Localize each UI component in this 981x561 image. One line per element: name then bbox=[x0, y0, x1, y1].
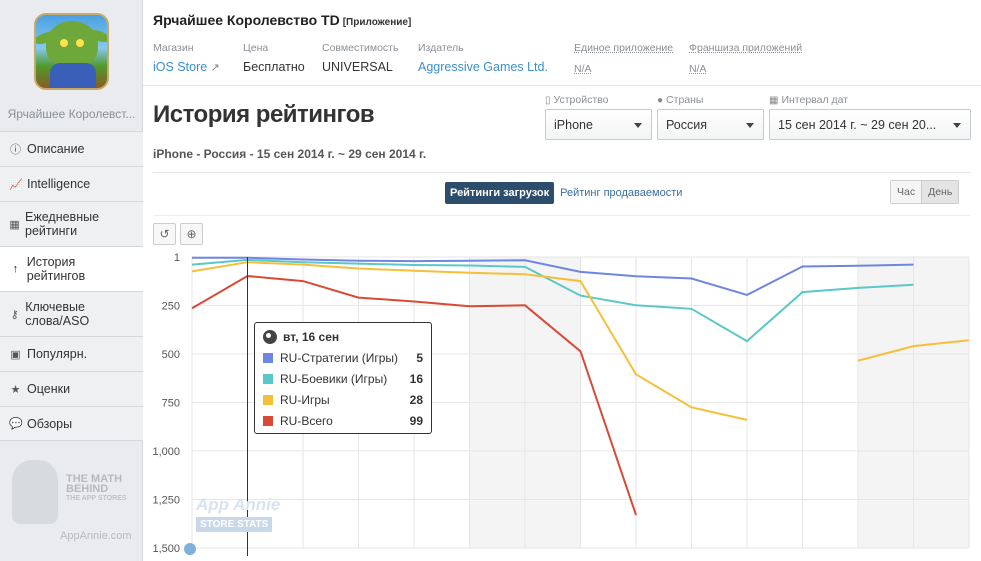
tooltip-series-value: 99 bbox=[409, 413, 423, 428]
tooltip-date: вт, 16 сен bbox=[283, 330, 340, 344]
series-swatch bbox=[263, 373, 273, 384]
y-tick-label: 1,000 bbox=[152, 446, 180, 458]
tooltip-row: RU-Боевики (Игры) 16 bbox=[263, 371, 423, 386]
tooltip-series-value: 5 bbox=[416, 350, 423, 365]
y-tick-label: 250 bbox=[162, 300, 180, 312]
tooltip-series-value: 16 bbox=[409, 371, 423, 386]
tooltip-row: RU-Игры 28 bbox=[263, 392, 423, 407]
tooltip-series-value: 28 bbox=[409, 392, 423, 407]
chat-icon bbox=[184, 543, 196, 555]
tooltip-row: RU-Всего 99 bbox=[263, 413, 423, 428]
watermark-subtext: STORE STATS bbox=[196, 517, 273, 532]
tooltip-row: RU-Стратегии (Игры) 5 bbox=[263, 350, 423, 365]
y-tick-label: 500 bbox=[162, 349, 180, 361]
app-page: Ярчайшее Королевст... ⓘ Описание 📈 Intel… bbox=[0, 0, 981, 561]
y-tick-label: 1 bbox=[174, 252, 180, 264]
tooltip-header: вт, 16 сен bbox=[263, 330, 423, 344]
tooltip-rows: RU-Стратегии (Игры) 5 RU-Боевики (Игры) 16 R… bbox=[263, 350, 423, 428]
series-swatch bbox=[263, 415, 273, 426]
y-tick-label: 1,500 bbox=[152, 543, 180, 555]
globe-icon bbox=[263, 330, 277, 344]
tooltip-series-name: RU-Игры bbox=[280, 392, 330, 407]
watermark-text: App Annie bbox=[196, 495, 281, 514]
tooltip-series-name: RU-Боевики (Игры) bbox=[280, 371, 388, 386]
y-tick-label: 1,250 bbox=[152, 494, 180, 506]
tooltip-series-name: RU-Стратегии (Игры) bbox=[280, 350, 399, 365]
chart-tooltip: вт, 16 сен RU-Стратегии (Игры) 5 RU-Боевик… bbox=[254, 322, 432, 434]
y-tick-label: 750 bbox=[162, 397, 180, 409]
series-swatch bbox=[263, 352, 273, 363]
series-swatch bbox=[263, 394, 273, 405]
tooltip-series-name: RU-Всего bbox=[280, 413, 333, 428]
rank-history-chart[interactable]: 1 250 500 750 1,000 1,250 1,500 bbox=[0, 0, 981, 561]
